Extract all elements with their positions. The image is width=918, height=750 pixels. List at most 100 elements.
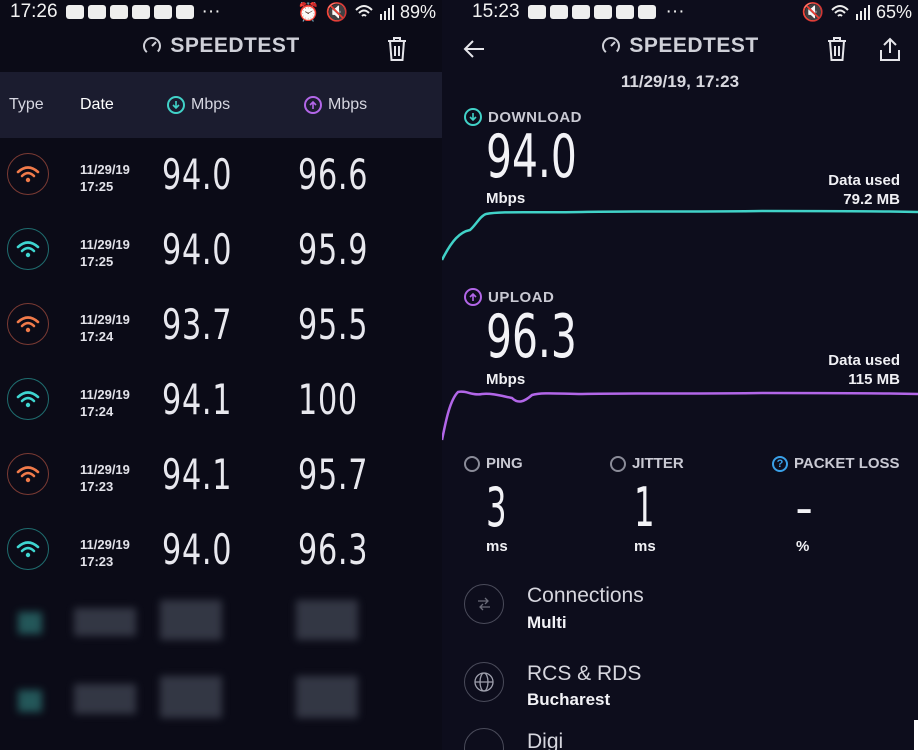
connections-icon	[464, 584, 504, 624]
app-header: SPEEDTEST	[442, 34, 918, 68]
blurred-download	[160, 600, 222, 640]
row-time: 17:23	[80, 554, 114, 569]
ping-unit: ms	[486, 538, 508, 555]
table-row[interactable]: 11/29/19 17:24 94.1 100	[0, 363, 442, 438]
mute-icon: 🔇	[801, 1, 824, 22]
row-upload-value: 96.3	[298, 525, 369, 574]
blurred-upload	[296, 600, 358, 640]
cell-signal-icon	[379, 5, 394, 20]
scrollbar[interactable]	[914, 720, 918, 750]
mute-icon: 🔇	[325, 1, 348, 22]
jitter-unit: ms	[634, 538, 656, 555]
column-upload[interactable]: Mbps	[304, 96, 367, 114]
row-datetime: 11/29/19 17:25	[80, 236, 130, 270]
wifi-icon	[7, 303, 49, 345]
column-date[interactable]: Date	[80, 96, 114, 114]
row-datetime: 11/29/19 17:24	[80, 386, 130, 420]
result-datetime: 11/29/19, 17:23	[620, 72, 740, 91]
brand-name: SPEEDTEST	[170, 34, 300, 57]
download-value: 94.0	[486, 122, 577, 192]
row-download-value: 94.0	[162, 150, 233, 199]
wifi-signal-icon	[355, 5, 373, 17]
app-header: SPEEDTEST	[0, 34, 442, 68]
wifi-icon	[7, 228, 49, 270]
table-row[interactable]: 11/29/19 17:25 94.0 96.6	[0, 138, 442, 213]
table-row[interactable]: 11/29/19 17:23 94.0 96.3	[0, 513, 442, 588]
row-download-value: 93.7	[162, 300, 233, 349]
notification-icons	[527, 5, 656, 19]
connections-value: Multi	[527, 613, 567, 632]
ping-label: PING	[464, 455, 523, 472]
packet-loss-value: –	[796, 476, 813, 539]
table-row[interactable]: 11/29/19 17:25 94.0 95.9	[0, 213, 442, 288]
app-notification-icon	[87, 5, 106, 19]
app-notification-icon	[65, 5, 84, 19]
alarm-icon: ⏰	[297, 1, 320, 22]
back-arrow-icon[interactable]	[462, 38, 486, 60]
ping-icon	[464, 455, 480, 472]
download-arrow-icon	[464, 108, 482, 126]
provider-title: RCS & RDS	[527, 662, 642, 685]
row-download-value: 94.1	[162, 375, 233, 424]
jitter-label-text: JITTER	[632, 455, 684, 472]
server-icon	[464, 728, 504, 750]
battery-percent: 89%	[399, 1, 436, 22]
row-date: 11/29/19	[80, 537, 130, 552]
column-download-label: Mbps	[191, 96, 231, 114]
battery-percent: 65%	[875, 1, 912, 22]
table-row[interactable]: 11/29/19 17:23 94.1 95.7	[0, 438, 442, 513]
result-detail-screen: 15:23 ··· 🔇 65% SPEEDTEST 11/29/19, 17:2…	[442, 0, 918, 750]
row-time: 17:24	[80, 404, 114, 419]
data-used-label: Data used	[828, 172, 900, 189]
row-upload-value: 95.5	[298, 300, 369, 349]
table-row[interactable]: 11/29/19 17:24 93.7 95.5	[0, 288, 442, 363]
status-time: 17:26	[10, 1, 58, 22]
row-time: 17:24	[80, 329, 114, 344]
help-icon[interactable]: ?	[772, 455, 788, 472]
globe-icon	[464, 662, 504, 702]
delete-trash-icon[interactable]	[386, 36, 408, 62]
column-type[interactable]: Type	[9, 96, 44, 114]
row-datetime: 11/29/19 17:24	[80, 311, 130, 345]
gauge-icon	[143, 37, 162, 55]
row-datetime: 11/29/19 17:23	[80, 461, 130, 495]
app-notification-icon	[593, 5, 612, 19]
wifi-icon	[7, 528, 49, 570]
column-upload-label: Mbps	[328, 96, 368, 114]
app-notification-icon	[131, 5, 150, 19]
packet-loss-label-text: PACKET LOSS	[794, 455, 900, 472]
row-upload-value: 96.6	[298, 150, 369, 199]
data-used-label: Data used	[828, 352, 900, 369]
cell-signal-icon	[855, 5, 870, 20]
status-bar: 15:23 ··· 🔇 65%	[442, 0, 918, 24]
share-icon[interactable]	[878, 36, 902, 62]
app-notification-icon	[527, 5, 546, 19]
blurred-date	[74, 684, 136, 714]
row-date: 11/29/19	[80, 237, 130, 252]
row-date: 11/29/19	[80, 462, 130, 477]
blurred-type-icon	[18, 612, 42, 634]
wifi-icon	[7, 453, 49, 495]
packet-loss-label: ? PACKET LOSS	[772, 455, 900, 472]
brand-name: SPEEDTEST	[629, 34, 759, 57]
connections-title: Connections	[527, 584, 644, 607]
gauge-icon	[602, 37, 621, 55]
wifi-icon	[7, 378, 49, 420]
row-upload-value: 95.9	[298, 225, 369, 274]
provider-value: Bucharest	[527, 690, 611, 709]
speedtest-logo: SPEEDTEST	[142, 34, 299, 58]
delete-trash-icon[interactable]	[826, 36, 848, 62]
column-download[interactable]: Mbps	[167, 96, 230, 114]
upload-arrow-icon	[304, 96, 322, 114]
blurred-date	[74, 608, 136, 636]
results-table-header: Type Date Mbps Mbps	[0, 72, 442, 138]
app-notification-icon	[637, 5, 656, 19]
results-history-screen: 17:26 ··· ⏰ 🔇 89% SPEEDTEST Type Date Mb	[0, 0, 442, 750]
row-upload-value: 95.7	[298, 450, 369, 499]
blurred-download	[160, 676, 222, 718]
overflow-dots: ···	[665, 1, 685, 22]
wifi-signal-icon	[831, 5, 849, 17]
row-date: 11/29/19	[80, 162, 130, 177]
upload-value: 96.3	[486, 302, 577, 372]
row-date: 11/29/19	[80, 387, 130, 402]
